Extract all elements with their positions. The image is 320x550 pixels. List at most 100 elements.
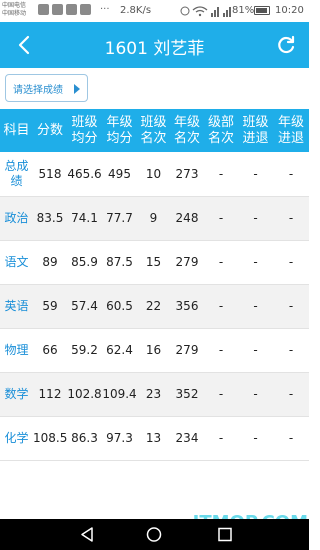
table-cell-grade-rank: 356 <box>175 299 199 313</box>
table-cell-class-avg: 57.4 <box>71 299 98 313</box>
nav-icons <box>81 527 232 542</box>
table-cell-class-rank: 9 <box>149 211 158 225</box>
table-cell-grade-avg: 495 <box>108 166 131 181</box>
table-cell-class-rank: 15 <box>145 255 162 269</box>
image-notification-icon <box>52 4 63 15</box>
table-cell-class-avg: 86.3 <box>71 431 98 445</box>
system-nav-bar <box>0 519 309 550</box>
table-cell-dept-rank: - <box>218 387 224 401</box>
table-cell-class-change: - <box>253 431 258 445</box>
page-title: 1601 刘艺菲 <box>104 39 205 59</box>
battery-icon <box>254 6 270 15</box>
table-cell-grade-change: - <box>288 431 294 445</box>
column-header: 级部 名次 <box>207 114 234 146</box>
table-cell-class-rank: 13 <box>145 431 162 445</box>
table-cell-score: 66 <box>42 343 58 357</box>
column-header: 班级 均分 <box>71 114 98 146</box>
table-cell-class-rank: 10 <box>145 166 162 181</box>
select-score-button[interactable]: 请选择成绩 <box>5 74 88 102</box>
subject-link[interactable]: 数学 <box>0 372 33 416</box>
table-cell-score: 83.5 <box>36 211 64 225</box>
carrier-1: 中国电信 <box>2 2 27 9</box>
table-row: 物理 66 59.2 62.4 16 279 - - - <box>0 328 309 372</box>
status-bar: 中国电信 中国移动 ··· 2.8K/s 81% 10:20 <box>0 0 309 22</box>
table-cell-class-avg: 74.1 <box>71 211 98 225</box>
alarm-icon <box>180 6 190 16</box>
table-cell-class-change: - <box>253 211 258 225</box>
table-cell-class-avg: 85.9 <box>71 255 98 269</box>
battery-percent: 81% <box>232 5 255 16</box>
subject-link[interactable]: 物理 <box>0 328 33 372</box>
table-cell-class-rank: 22 <box>145 299 162 313</box>
carrier-labels: 中国电信 中国移动 <box>2 2 36 18</box>
table-cell-dept-rank: - <box>218 343 224 357</box>
select-score-label: 请选择成绩 <box>13 84 63 96</box>
table-body: 总成绩 518 465.6 495 10 273 - - - 政治 83.5 74.1 77.7 9 248… <box>0 152 309 460</box>
triangle-right-icon <box>74 84 80 94</box>
column-header: 年级 名次 <box>173 114 200 146</box>
notification-icons <box>38 4 91 15</box>
table-cell-score: 89 <box>42 255 58 269</box>
table-cell-grade-change: - <box>288 387 294 401</box>
table-cell-grade-avg: 97.3 <box>106 431 133 445</box>
table-cell-grade-change: - <box>288 166 294 181</box>
refresh-icon[interactable] <box>275 34 297 56</box>
carrier-2: 中国移动 <box>2 10 27 17</box>
table-row: 化学 108.5 86.3 97.3 13 234 - - - <box>0 416 309 460</box>
table-cell-class-rank: 16 <box>145 343 162 357</box>
table-cell-grade-change: - <box>288 255 294 269</box>
subject-link[interactable]: 总成绩 <box>0 152 33 196</box>
table-cell-class-change: - <box>253 299 258 313</box>
table-cell-score: 59 <box>42 299 58 313</box>
column-header: 科目 <box>3 122 30 138</box>
table-row: 英语 59 57.4 60.5 22 356 - - - <box>0 284 309 328</box>
table-cell-grade-rank: 279 <box>175 255 199 269</box>
table-cell-score: 112 <box>38 387 62 401</box>
table-cell-grade-avg: 109.4 <box>102 387 137 401</box>
table-cell-class-avg: 59.2 <box>71 343 98 357</box>
table-cell-grade-rank: 352 <box>175 387 199 401</box>
column-header: 年级 进退 <box>277 114 304 146</box>
nav-back-icon <box>81 527 93 542</box>
table-row: 政治 83.5 74.1 77.7 9 248 - - - <box>0 196 309 240</box>
column-header: 年级 均分 <box>106 114 133 146</box>
qr-notification-icon <box>66 4 77 15</box>
table-cell-dept-rank: - <box>218 211 224 225</box>
table-cell-class-change: - <box>253 387 258 401</box>
table-cell-grade-change: - <box>288 211 294 225</box>
wifi-icon <box>192 6 208 17</box>
status-clock: 10:20 <box>275 5 304 16</box>
subject-link[interactable]: 语文 <box>0 240 33 284</box>
subject-link[interactable]: 化学 <box>0 416 33 460</box>
subject-link[interactable]: 政治 <box>0 196 33 240</box>
app-notification-icon <box>38 4 49 15</box>
table-cell-grade-rank: 234 <box>175 431 199 445</box>
score-table: 科目 分数 班级 均分 年级 均分 班级 名次 年级 名次 级部 名次 班级 进退 年级 进退 总成绩 518 4… <box>0 109 309 461</box>
table-cell-class-change: - <box>253 343 258 357</box>
table-row: 总成绩 518 465.6 495 10 273 - - - <box>0 152 309 196</box>
table-row: 语文 89 85.9 87.5 15 279 - - - <box>0 240 309 284</box>
table-cell-dept-rank: - <box>218 299 224 313</box>
table-cell-dept-rank: - <box>218 166 224 181</box>
table-cell-dept-rank: - <box>218 431 224 445</box>
table-cell-class-change: - <box>253 166 258 181</box>
phone-notification-icon <box>80 4 91 15</box>
app-header: 1601 刘艺菲 <box>0 22 309 68</box>
table-cell-class-avg: 102.8 <box>67 387 102 401</box>
table-cell-grade-change: - <box>288 299 294 313</box>
network-speed: 2.8K/s <box>120 5 152 16</box>
cell-signal-icon <box>211 7 231 17</box>
table-cell-grade-change: - <box>288 343 294 357</box>
table-cell-class-avg: 465.6 <box>67 166 102 181</box>
nav-recents-icon <box>218 527 232 542</box>
subject-link[interactable]: 英语 <box>0 284 33 328</box>
table-cell-grade-avg: 77.7 <box>106 211 133 225</box>
table-cell-grade-rank: 273 <box>175 166 199 181</box>
table-row: 数学 112 102.8 109.4 23 352 - - - <box>0 372 309 416</box>
column-header: 班级 名次 <box>140 114 167 146</box>
back-chevron-icon[interactable] <box>14 34 34 56</box>
table-cell-dept-rank: - <box>218 255 224 269</box>
column-header: 班级 进退 <box>242 114 269 146</box>
table-cell-class-change: - <box>253 255 258 269</box>
overflow-dots: ··· <box>100 4 110 15</box>
